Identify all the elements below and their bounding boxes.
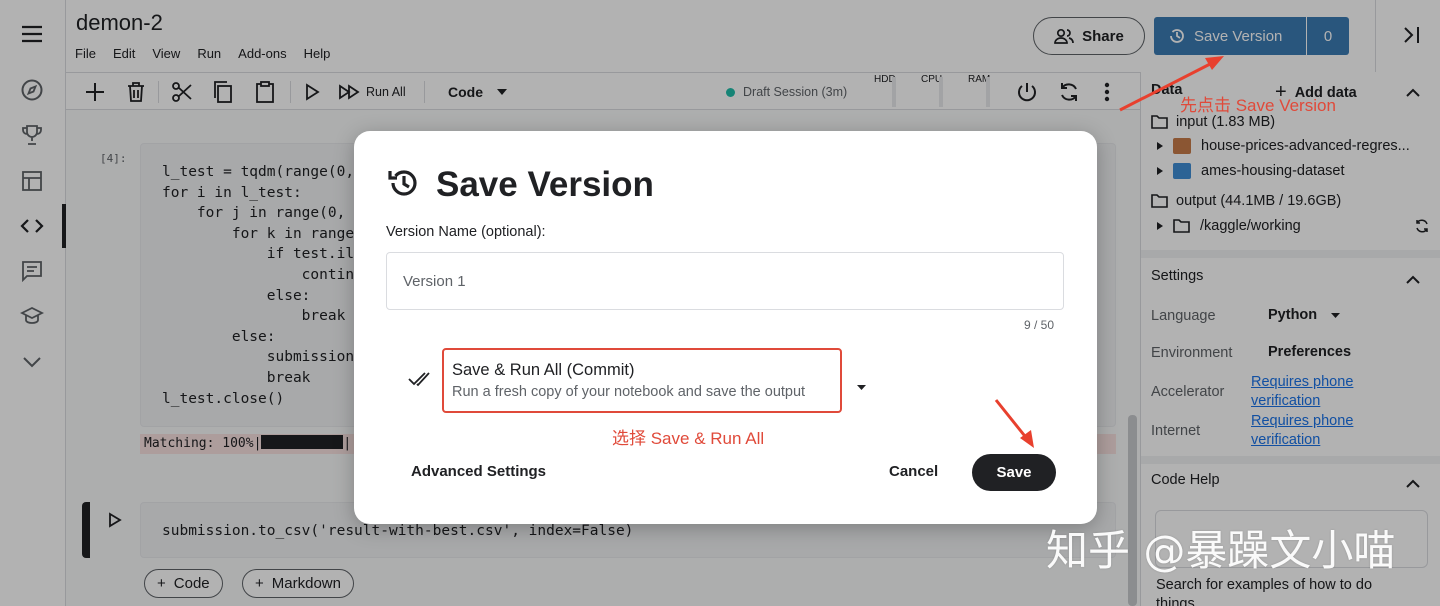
- arrow-to-save-version-icon: [1119, 56, 1224, 112]
- arrow-to-save-button-icon: [994, 399, 1034, 448]
- watermark: 知乎 @暴躁文小喵: [1046, 526, 1396, 575]
- annotation-arrows: [994, 56, 1224, 448]
